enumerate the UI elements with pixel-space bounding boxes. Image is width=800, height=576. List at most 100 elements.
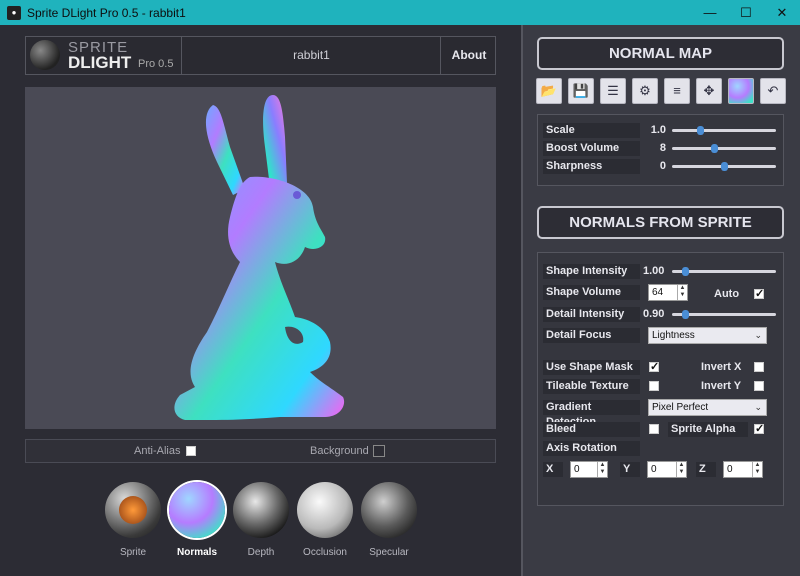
preview-pane: SPRITE DLIGHT Pro 0.5 rabbit1 About Anti… bbox=[0, 25, 521, 576]
scale-value: 1.0 bbox=[650, 124, 666, 136]
window-title: Sprite DLight Pro 0.5 - rabbit1 bbox=[27, 5, 186, 20]
thumb-specular[interactable] bbox=[361, 482, 417, 538]
anti-alias-checkbox[interactable] bbox=[186, 446, 196, 456]
detail-intensity-slider[interactable] bbox=[672, 310, 776, 319]
axis-y-value: 0 bbox=[651, 464, 657, 475]
spinner-arrows-icon[interactable]: ▲ ▼ bbox=[752, 462, 762, 477]
axis-z-spinbox[interactable]: 0 ▲ ▼ bbox=[723, 461, 763, 478]
detail-intensity-value: 0.90 bbox=[643, 308, 665, 320]
logo-version: Pro 0.5 bbox=[138, 58, 174, 70]
spinner-arrows-icon[interactable]: ▲ ▼ bbox=[677, 285, 687, 300]
gradient-detection-label: Gradient Detection bbox=[543, 400, 640, 428]
boost-volume-slider-knob[interactable] bbox=[711, 144, 718, 153]
thumb-label-occlusion[interactable]: Occlusion bbox=[290, 547, 360, 558]
sharpness-slider-knob[interactable] bbox=[721, 162, 728, 171]
gradient-detection-value: Pixel Perfect bbox=[652, 402, 709, 413]
file-name: rabbit1 bbox=[183, 37, 441, 74]
detail-focus-value: Lightness bbox=[652, 330, 695, 341]
layers-icon[interactable]: ≡ bbox=[664, 78, 690, 104]
normal-map-params: Scale 1.0 Boost Volume 8 Sharpness 0 bbox=[537, 114, 784, 186]
logo-text-dlight: DLIGHT bbox=[68, 53, 132, 72]
auto-label: Auto bbox=[714, 288, 740, 300]
thumb-occlusion[interactable] bbox=[297, 482, 353, 538]
thumb-label-depth[interactable]: Depth bbox=[226, 547, 296, 558]
tileable-texture-label: Tileable Texture bbox=[543, 379, 640, 394]
sliders-icon[interactable]: ☰ bbox=[600, 78, 626, 104]
axis-x-label: X bbox=[543, 462, 563, 477]
spinner-arrows-icon[interactable]: ▲ ▼ bbox=[676, 462, 686, 477]
detail-intensity-slider-knob[interactable] bbox=[682, 310, 689, 319]
header-bar: SPRITE DLIGHT Pro 0.5 rabbit1 About bbox=[25, 36, 496, 75]
scale-slider[interactable] bbox=[672, 126, 776, 135]
shape-volume-value: 64 bbox=[652, 287, 664, 298]
about-button[interactable]: About bbox=[442, 37, 496, 74]
thumb-depth[interactable] bbox=[233, 482, 289, 538]
pumpkin-icon bbox=[119, 496, 147, 524]
rabbit-normal-map-image bbox=[174, 95, 345, 420]
chevron-down-icon: ⌄ bbox=[754, 402, 762, 412]
normal-sphere-icon[interactable] bbox=[728, 78, 754, 104]
thumb-normals[interactable] bbox=[169, 482, 225, 538]
shape-intensity-slider-knob[interactable] bbox=[682, 267, 689, 276]
background-checkbox[interactable] bbox=[373, 445, 385, 457]
invert-y-label: Invert Y bbox=[701, 380, 742, 392]
axis-y-label: Y bbox=[620, 462, 640, 477]
thumb-label-normals[interactable]: Normals bbox=[162, 547, 232, 558]
bleed-checkbox[interactable] bbox=[649, 424, 659, 434]
sprite-alpha-checkbox[interactable] bbox=[754, 422, 764, 435]
app-logo: SPRITE DLIGHT Pro 0.5 bbox=[26, 37, 182, 74]
shape-intensity-slider[interactable] bbox=[672, 267, 776, 276]
undo-icon[interactable]: ↶ bbox=[760, 78, 786, 104]
sharpness-slider[interactable] bbox=[672, 162, 776, 171]
display-options-bar: Anti-Alias Background bbox=[25, 439, 496, 463]
sharpness-value: 0 bbox=[659, 160, 666, 172]
background-label: Background bbox=[310, 445, 369, 457]
directional-pad-icon[interactable]: ✥ bbox=[696, 78, 722, 104]
minimize-button[interactable]: — bbox=[692, 0, 728, 25]
thumb-label-sprite[interactable]: Sprite bbox=[98, 547, 168, 558]
thumb-label-specular[interactable]: Specular bbox=[354, 547, 424, 558]
invert-x-checkbox[interactable] bbox=[754, 362, 764, 372]
shape-volume-spinbox[interactable]: 64 ▲ ▼ bbox=[648, 284, 688, 301]
detail-focus-dropdown[interactable]: Lightness ⌄ bbox=[648, 327, 767, 344]
logo-sphere-icon bbox=[30, 40, 60, 70]
spinner-arrows-icon[interactable]: ▲ ▼ bbox=[597, 462, 607, 477]
use-shape-mask-checkbox[interactable] bbox=[649, 360, 659, 373]
axis-x-spinbox[interactable]: 0 ▲ ▼ bbox=[570, 461, 608, 478]
sprite-alpha-label: Sprite Alpha bbox=[668, 422, 748, 437]
chevron-down-icon: ⌄ bbox=[754, 330, 762, 340]
axis-y-spinbox[interactable]: 0 ▲ ▼ bbox=[647, 461, 687, 478]
axis-z-label: Z bbox=[696, 462, 716, 477]
detail-intensity-label: Detail Intensity bbox=[543, 307, 640, 322]
axis-rotation-label: Axis Rotation bbox=[543, 441, 640, 456]
boost-volume-slider[interactable] bbox=[672, 144, 776, 153]
close-button[interactable]: ✕ bbox=[764, 0, 800, 25]
invert-y-checkbox[interactable] bbox=[754, 381, 764, 391]
scale-slider-knob[interactable] bbox=[697, 126, 704, 135]
settings-pane: NORMAL MAP 📂 💾 ☰ ⚙ ≡ ✥ ↶ Scale 1.0 Boost… bbox=[521, 25, 800, 576]
anti-alias-label: Anti-Alias bbox=[134, 445, 181, 457]
tileable-texture-checkbox[interactable] bbox=[649, 381, 659, 391]
gear-icon[interactable]: ⚙ bbox=[632, 78, 658, 104]
auto-checkbox[interactable] bbox=[754, 287, 764, 300]
normals-from-sprite-params: Shape Intensity 1.00 Shape Volume 64 ▲ ▼ A… bbox=[537, 252, 784, 506]
title-bar: ● Sprite DLight Pro 0.5 - rabbit1 — ☐ ✕ bbox=[0, 0, 800, 25]
save-icon[interactable]: 💾 bbox=[568, 78, 594, 104]
app-icon: ● bbox=[7, 5, 21, 20]
preview-canvas[interactable] bbox=[25, 87, 496, 429]
thumb-sprite[interactable] bbox=[105, 482, 161, 538]
normal-map-button[interactable]: NORMAL MAP bbox=[537, 37, 784, 70]
invert-x-label: Invert X bbox=[701, 361, 742, 373]
axis-x-value: 0 bbox=[574, 464, 580, 475]
shape-volume-label: Shape Volume bbox=[543, 285, 640, 300]
detail-focus-label: Detail Focus bbox=[543, 328, 640, 343]
maximize-button[interactable]: ☐ bbox=[728, 0, 764, 25]
normals-from-sprite-button[interactable]: NORMALS FROM SPRITE bbox=[537, 206, 784, 239]
shape-intensity-value: 1.00 bbox=[643, 265, 665, 277]
shape-intensity-label: Shape Intensity bbox=[543, 264, 640, 279]
sharpness-label: Sharpness bbox=[543, 159, 640, 174]
scale-label: Scale bbox=[543, 123, 640, 138]
open-folder-icon[interactable]: 📂 bbox=[536, 78, 562, 104]
gradient-detection-dropdown[interactable]: Pixel Perfect ⌄ bbox=[648, 399, 767, 416]
boost-volume-value: 8 bbox=[659, 142, 666, 154]
